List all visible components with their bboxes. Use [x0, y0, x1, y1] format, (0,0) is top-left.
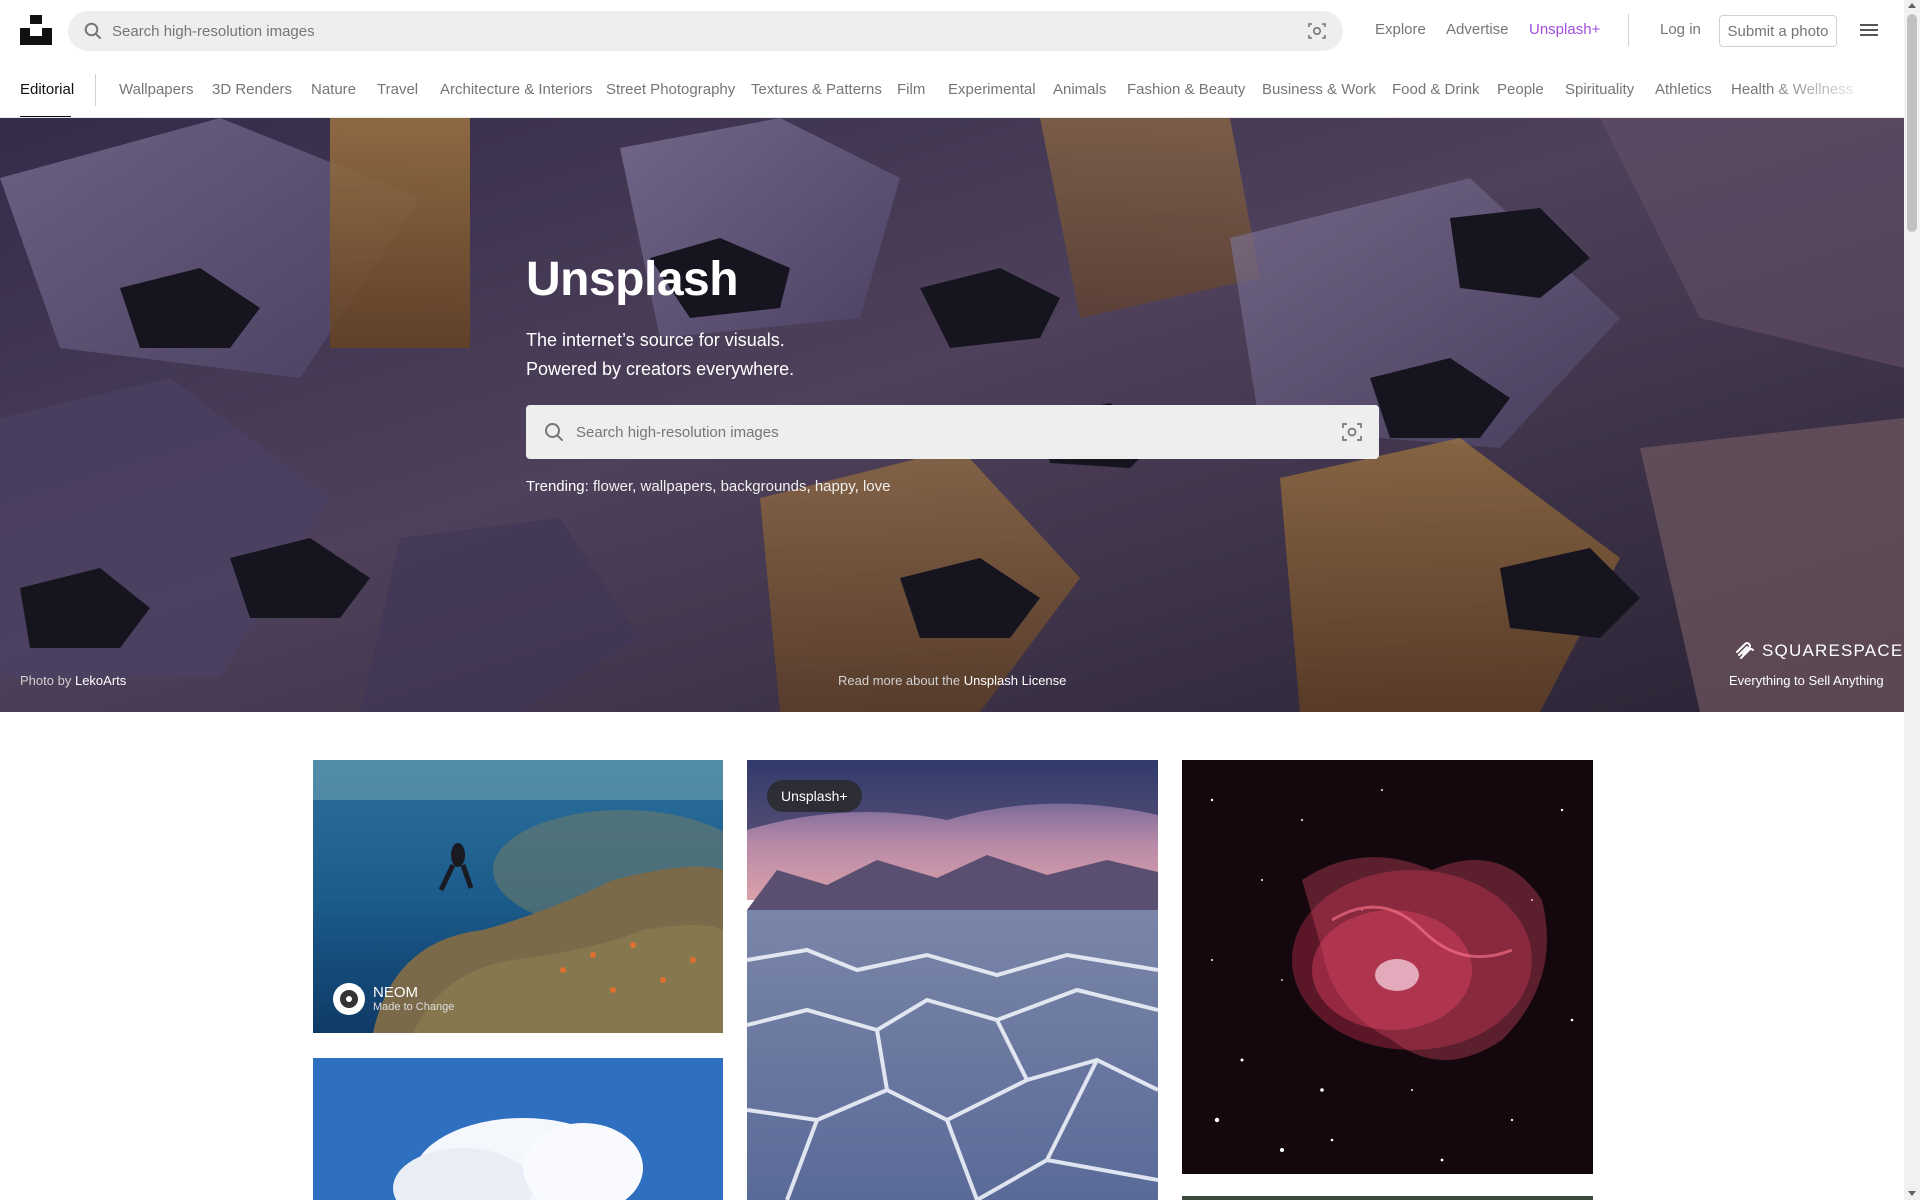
hamburger-menu-icon[interactable] [1858, 20, 1880, 40]
category-tabs: Editorial Wallpapers 3D Renders Nature T… [0, 62, 1904, 118]
hero-photo-credit: Photo by LekoArts [20, 673, 126, 688]
unsplash-logo[interactable] [20, 15, 52, 45]
trending-label: Trending: [526, 478, 589, 495]
tab-spirituality[interactable]: Spirituality [1565, 81, 1634, 98]
photo-red-nebula [1182, 760, 1593, 1174]
photo-card[interactable]: Unsplash+ [747, 760, 1158, 1200]
tab-street-photography[interactable]: Street Photography [606, 81, 735, 98]
trending-link[interactable]: love [863, 478, 891, 495]
credit-by: by [57, 673, 72, 688]
search-icon[interactable] [83, 21, 103, 41]
photo-card[interactable]: NEOM Made to Change [313, 760, 723, 1033]
tabs-fade-overlay [1764, 62, 1904, 117]
login-link[interactable]: Log in [1660, 21, 1701, 38]
hero-subtitle-line1: The internet’s source for visuals. [526, 330, 785, 350]
hero-title: Unsplash [526, 253, 739, 306]
tab-experimental[interactable]: Experimental [948, 81, 1036, 98]
visual-search-icon[interactable] [1307, 21, 1327, 41]
page: Explore Advertise Unsplash+ Log in Submi… [0, 0, 1920, 1200]
credit-prefix: Photo [20, 673, 54, 688]
sponsor-card[interactable]: NEOM Made to Change [333, 983, 454, 1015]
squarespace-icon [1736, 642, 1754, 659]
visual-search-icon[interactable] [1341, 421, 1363, 443]
photo-card[interactable] [1182, 1196, 1593, 1200]
sponsor-name: SQUARESPACE [1762, 641, 1904, 660]
tab-architecture-interiors[interactable]: Architecture & Interiors [440, 81, 593, 98]
nav-explore[interactable]: Explore [1375, 21, 1426, 38]
scroll-up-arrow-icon[interactable] [1908, 3, 1916, 8]
tab-fashion-beauty[interactable]: Fashion & Beauty [1127, 81, 1245, 98]
tab-3d-renders[interactable]: 3D Renders [212, 81, 292, 98]
trending-link[interactable]: happy [815, 478, 855, 495]
top-search-input[interactable] [112, 11, 1262, 51]
neom-logo-icon [340, 990, 358, 1008]
photo-card[interactable] [1182, 760, 1593, 1174]
tab-animals[interactable]: Animals [1053, 81, 1106, 98]
nav-advertise[interactable]: Advertise [1446, 21, 1509, 38]
tab-athletics[interactable]: Athletics [1655, 81, 1712, 98]
sponsor-tagline[interactable]: Everything to Sell Anything [1729, 673, 1884, 688]
hero-banner: Unsplash The internet’s source for visua… [0, 118, 1904, 712]
nav-divider [1628, 14, 1629, 46]
photo-salt-flats [747, 760, 1158, 1200]
tab-travel[interactable]: Travel [377, 81, 418, 98]
page-scrollbar[interactable] [1904, 0, 1920, 1200]
scroll-down-arrow-icon[interactable] [1908, 1191, 1916, 1196]
license-note: Read more about the Unsplash License [838, 673, 1066, 688]
trending-searches: Trending: flower, wallpapers, background… [526, 478, 891, 495]
sponsor-subtitle: Made to Change [373, 1001, 455, 1013]
tab-people[interactable]: People [1497, 81, 1544, 98]
tab-business-work[interactable]: Business & Work [1262, 81, 1376, 98]
submit-photo-button[interactable]: Submit a photo [1719, 15, 1837, 47]
tab-wallpapers[interactable]: Wallpapers [119, 81, 193, 98]
license-prefix: Read more about the [838, 673, 961, 688]
trending-link[interactable]: backgrounds [721, 478, 807, 495]
scroll-thumb[interactable] [1907, 14, 1917, 232]
tab-separator [95, 74, 96, 106]
top-header: Explore Advertise Unsplash+ Log in Submi… [0, 0, 1904, 62]
top-search-bar[interactable] [68, 11, 1343, 51]
hero-subtitle-line2: Powered by creators everywhere. [526, 359, 795, 379]
nav-unsplash-plus[interactable]: Unsplash+ [1529, 21, 1600, 38]
trending-link[interactable]: flower [593, 478, 632, 495]
tab-nature[interactable]: Nature [311, 81, 356, 98]
trending-link[interactable]: wallpapers [641, 478, 713, 495]
license-link[interactable]: Unsplash License [964, 673, 1067, 688]
unsplash-plus-badge: Unsplash+ [767, 780, 862, 812]
squarespace-logo[interactable]: SQUARESPACE [1734, 639, 1903, 663]
tab-editorial[interactable]: Editorial [20, 81, 74, 98]
avatar[interactable] [333, 983, 365, 1015]
hero-subtitle: The internet’s source for visuals. Power… [526, 326, 794, 384]
search-icon[interactable] [543, 421, 565, 443]
sponsor-name: NEOM [373, 984, 418, 1001]
hero-search-bar[interactable] [526, 405, 1379, 459]
credit-author-link[interactable]: LekoArts [75, 673, 126, 688]
photo-card[interactable] [313, 1058, 723, 1200]
tab-food-drink[interactable]: Food & Drink [1392, 81, 1480, 98]
hero-search-input[interactable] [576, 405, 1316, 459]
tab-textures-patterns[interactable]: Textures & Patterns [751, 81, 882, 98]
photo-sky-cloud [313, 1058, 723, 1200]
tab-film[interactable]: Film [897, 81, 925, 98]
